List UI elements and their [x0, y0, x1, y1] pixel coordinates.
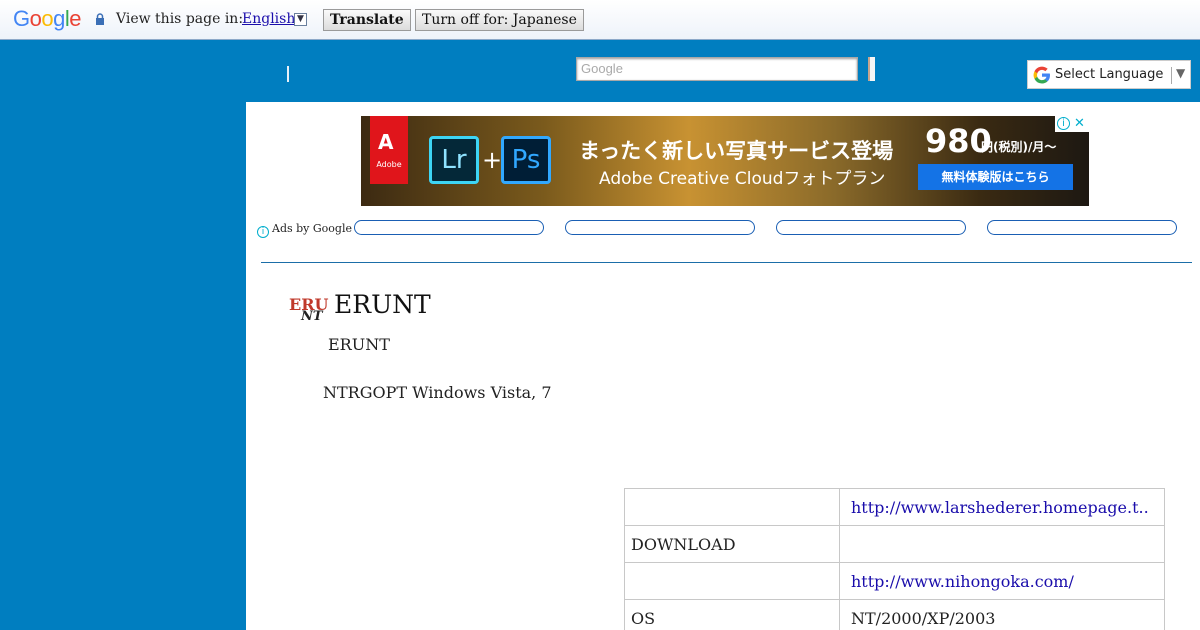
search-input[interactable]: Google [576, 57, 858, 81]
table-cell-value [839, 525, 1165, 563]
ad-link-3[interactable] [776, 220, 966, 235]
ad-link-2[interactable] [565, 220, 755, 235]
table-cell-value: http://www.nihongoka.com/ [839, 562, 1165, 600]
ad-headline: まったく新しい写真サービス登場 [579, 139, 894, 163]
plus-sign: + [482, 146, 503, 174]
nihongoka-link[interactable]: http://www.nihongoka.com/ [851, 572, 1074, 591]
ad-info-icon[interactable]: i [1057, 117, 1070, 130]
table-cell-value: NT/2000/XP/2003 [839, 599, 1165, 630]
table-row: OS NT/2000/XP/2003 [624, 599, 1165, 630]
google-logo: Google [13, 6, 82, 31]
page-title: ERUNT [334, 290, 431, 319]
lightroom-icon: Lr [429, 136, 479, 184]
info-table: http://www.larshederer.homepage.t.. DOWN… [624, 488, 1165, 630]
ad-choices[interactable]: i ✕ [1055, 116, 1089, 132]
table-row: http://www.larshederer.homepage.t.. [624, 488, 1165, 526]
lock-icon [96, 13, 104, 25]
logo-text-bottom: NT [301, 309, 323, 324]
select-language-label: Select Language [1055, 67, 1164, 82]
language-link[interactable]: English [242, 11, 295, 27]
photoshop-icon: Ps [501, 136, 551, 184]
ad-link-1[interactable] [354, 220, 544, 235]
ads-by-google-label: Ads by Google [272, 222, 352, 235]
dropdown-separator [1171, 67, 1172, 84]
google-g-icon [1033, 66, 1050, 84]
view-page-in-label: View this page in: [116, 11, 244, 27]
table-row: http://www.nihongoka.com/ [624, 562, 1165, 600]
ads-by-google[interactable]: i Ads by Google [257, 222, 352, 238]
page-description: NTRGOPT Windows Vista, 7 [323, 383, 552, 402]
adobe-ad-banner[interactable]: A Adobe Lr + Ps まったく新しい写真サービス登場 Adobe Cr… [361, 116, 1089, 206]
ad-close-icon[interactable]: ✕ [1074, 116, 1085, 131]
translate-bar: Google View this page in: English ▼ Tran… [0, 0, 1200, 40]
search-button[interactable] [868, 57, 875, 81]
ad-subline: Adobe Creative Cloudフォトプラン [599, 169, 886, 189]
free-trial-button[interactable]: 無料体験版はこちら [918, 164, 1073, 190]
table-row: DOWNLOAD [624, 525, 1165, 563]
translate-button[interactable]: Translate [323, 9, 411, 31]
info-icon: i [257, 226, 269, 238]
adobe-logo-icon: A Adobe [370, 116, 408, 184]
table-cell-label: OS [624, 599, 840, 630]
ad-link-4[interactable] [987, 220, 1177, 235]
table-cell-label [624, 562, 840, 600]
horizontal-rule [261, 262, 1192, 263]
table-cell-label: DOWNLOAD [624, 525, 840, 563]
turn-off-button[interactable]: Turn off for: Japanese [415, 9, 584, 31]
adobe-logo-mark: A [378, 130, 394, 154]
main-content: A Adobe Lr + Ps まったく新しい写真サービス登場 Adobe Cr… [246, 102, 1200, 630]
dropdown-arrow-icon: ▼ [1176, 66, 1186, 80]
select-language-dropdown[interactable]: Select Language ▼ [1027, 60, 1191, 89]
erunt-logo-icon: ERU NT [289, 293, 328, 325]
page-subtitle: ERUNT [328, 335, 390, 354]
adobe-brand-label: Adobe [376, 160, 402, 169]
homepage-link[interactable]: http://www.larshederer.homepage.t.. [851, 498, 1149, 517]
header-divider [287, 66, 289, 82]
language-dropdown-icon[interactable]: ▼ [294, 13, 307, 26]
table-cell-label [624, 488, 840, 526]
table-cell-value: http://www.larshederer.homepage.t.. [839, 488, 1165, 526]
ad-price-unit: 円(税別)/月〜 [981, 140, 1057, 154]
